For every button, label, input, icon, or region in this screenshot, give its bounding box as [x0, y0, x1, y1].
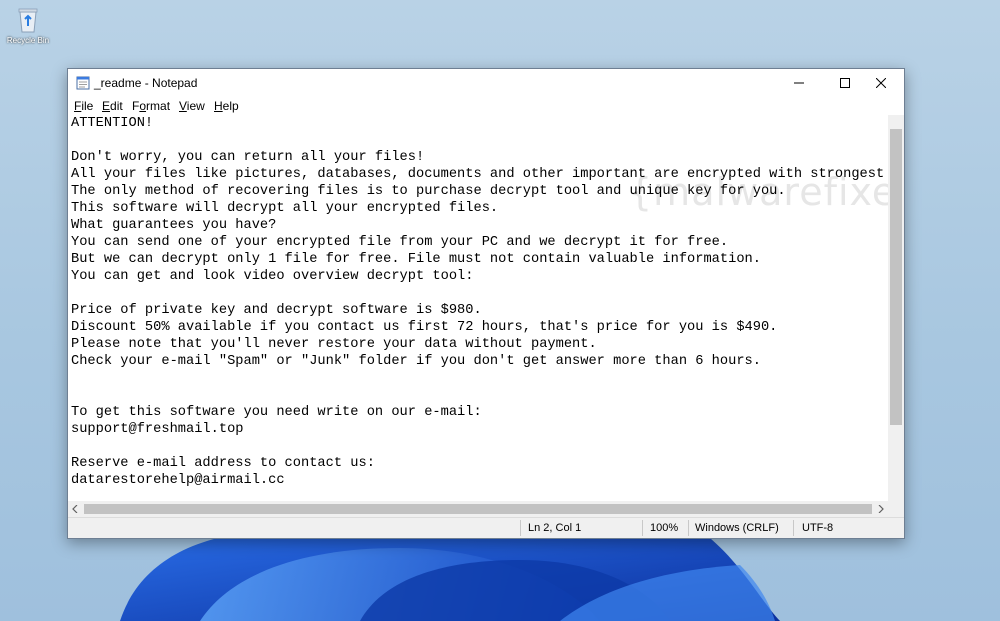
text-line: datarestorehelp@airmail.cc: [71, 473, 285, 488]
minimize-icon: [794, 82, 804, 84]
zoom-level: 100%: [650, 522, 679, 534]
menu-edit[interactable]: Edit: [102, 99, 123, 113]
vertical-scrollbar[interactable]: [888, 115, 904, 501]
text-line: ATTENTION!: [71, 116, 154, 131]
scroll-right-icon[interactable]: [878, 505, 884, 513]
line-endings: Windows (CRLF): [695, 522, 779, 534]
text-line: Don't worry, you can return all your fil…: [71, 150, 425, 165]
recycle-bin-label: Recycle Bin: [6, 36, 50, 45]
encoding: UTF-8: [802, 522, 834, 534]
cursor-position: Ln 2, Col 1: [528, 522, 582, 534]
menu-bar: File Edit Format View Help: [68, 97, 904, 115]
text-editor[interactable]: {malwarefixes} ATTENTION!Don't worry, yo…: [68, 115, 888, 503]
window-title: _readme - Notepad: [94, 76, 198, 90]
status-divider: [520, 520, 521, 536]
text-line: Reserve e-mail address to contact us:: [71, 456, 375, 471]
close-button[interactable]: [858, 69, 904, 97]
menu-help[interactable]: Help: [214, 99, 239, 113]
text-line: But we can decrypt only 1 file for free.…: [71, 252, 761, 267]
text-line: What guarantees you have?: [71, 218, 277, 233]
status-bar: Ln 2, Col 1 100% Windows (CRLF) UTF-8: [68, 517, 904, 538]
text-line: Check your e-mail "Spam" or "Junk" folde…: [71, 354, 761, 369]
menu-file[interactable]: File: [74, 99, 93, 113]
close-icon: [876, 78, 886, 88]
text-line: To get this software you need write on o…: [71, 405, 482, 420]
title-bar[interactable]: _readme - Notepad: [68, 69, 904, 97]
text-line: You can send one of your encrypted file …: [71, 235, 729, 250]
text-line: You can get and look video overview decr…: [71, 269, 474, 284]
notepad-icon: [76, 76, 90, 90]
scroll-left-icon[interactable]: [72, 505, 78, 513]
text-line: The only method of recovering files is t…: [71, 184, 786, 199]
minimize-button[interactable]: [776, 69, 822, 97]
text-line: Please note that you'll never restore yo…: [71, 337, 597, 352]
status-divider: [793, 520, 794, 536]
scrollbar-corner: [888, 501, 904, 517]
vertical-scroll-thumb[interactable]: [890, 129, 902, 425]
menu-view[interactable]: View: [179, 99, 205, 113]
recycle-bin-icon: [18, 8, 38, 33]
notepad-window[interactable]: _readme - Notepad File Edit Format View …: [67, 68, 905, 539]
text-line: This software will decrypt all your encr…: [71, 201, 499, 216]
recycle-bin-shortcut[interactable]: Recycle Bin: [2, 2, 54, 50]
text-line: All your files like pictures, databases,…: [71, 167, 888, 182]
status-divider: [642, 520, 643, 536]
maximize-icon: [840, 78, 850, 88]
horizontal-scrollbar[interactable]: [68, 501, 888, 517]
menu-format[interactable]: Format: [132, 99, 170, 113]
text-line: support@freshmail.top: [71, 422, 244, 437]
text-line: Price of private key and decrypt softwar…: [71, 303, 482, 318]
text-line: Discount 50% available if you contact us…: [71, 320, 778, 335]
status-divider: [688, 520, 689, 536]
horizontal-scroll-thumb[interactable]: [84, 504, 872, 514]
